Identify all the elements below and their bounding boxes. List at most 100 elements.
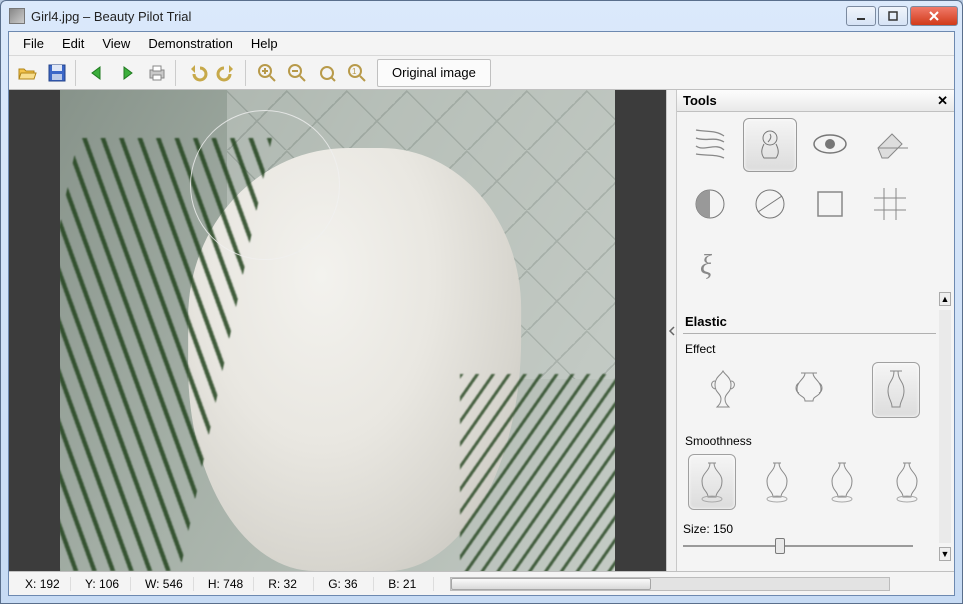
back-button[interactable] [83,59,111,87]
tools-panel-title: Tools [683,93,717,108]
ornate-vase-option[interactable] [699,362,747,418]
wide-vase-option[interactable] [785,362,833,418]
print-icon [146,62,168,84]
scroll-down-icon[interactable]: ▼ [939,547,951,561]
svg-text:1: 1 [352,67,357,76]
titlebar[interactable]: Girl4.jpg – Beauty Pilot Trial [1,1,962,31]
original-image-button[interactable]: Original image [377,59,491,87]
smoothness-label: Smoothness [683,432,936,452]
arrow-back-icon [86,62,108,84]
zoom-out-button[interactable] [283,59,311,87]
arrow-forward-icon [116,62,138,84]
tools-panel-close-button[interactable]: ✕ [937,93,948,109]
zoom-actual-icon: 1 [346,62,368,84]
minimize-button[interactable] [846,6,876,26]
smooth-vase-1-icon [694,457,730,508]
chevron-left-icon [668,326,676,336]
line-circle-icon [750,184,790,227]
elastic-tool-icon [750,124,790,167]
menu-view[interactable]: View [94,34,138,53]
eraser-icon [870,124,910,167]
line-circle-tool[interactable] [743,178,797,232]
horizontal-scrollbar[interactable] [450,577,890,591]
eye-tool-icon [810,124,850,167]
menu-file[interactable]: File [15,34,52,53]
redo-icon [216,62,238,84]
statusbar: X: 192 Y: 106 W: 546 H: 748 R: 32 G: 36 … [9,571,954,595]
save-icon [46,62,68,84]
scroll-up-icon[interactable]: ▲ [939,292,951,306]
menu-demonstration[interactable]: Demonstration [140,34,241,53]
status-h: 748 [223,577,243,591]
rectangle-tool[interactable] [803,178,857,232]
forward-button[interactable] [113,59,141,87]
xi-tool[interactable]: ξ [683,238,737,292]
contrast-circle-tool[interactable] [683,178,737,232]
smooth-vase-3-option[interactable] [818,454,866,510]
zoom-fit-icon [316,62,338,84]
zoom-in-button[interactable] [253,59,281,87]
save-button[interactable] [43,59,71,87]
smooth-vase-4-option[interactable] [883,454,931,510]
ornate-vase-icon [705,365,741,416]
original-image-label: Original image [392,65,476,80]
status-g: 36 [344,577,357,591]
smooth-vase-1-option[interactable] [688,454,736,510]
tools-panel: Tools ✕ ξ Elastic Effect Smoothness Size… [676,90,954,571]
size-slider-thumb[interactable] [775,538,785,554]
wide-vase-icon [791,365,827,416]
smooth-vase-2-option[interactable] [753,454,801,510]
effect-label: Effect [683,340,936,360]
menubar: File Edit View Demonstration Help [9,32,954,56]
minimize-icon [855,10,867,22]
status-y: 106 [99,577,119,591]
zoom-actual-button[interactable]: 1 [343,59,371,87]
crop-grid-tool[interactable] [863,178,917,232]
eraser-tool[interactable] [863,118,917,172]
undo-button[interactable] [183,59,211,87]
panel-splitter[interactable] [666,90,676,571]
window-title: Girl4.jpg – Beauty Pilot Trial [31,9,844,24]
section-elastic-label: Elastic [683,300,936,334]
eye-tool-tool[interactable] [803,118,857,172]
size-value: 150 [713,522,733,536]
app-icon [9,8,25,24]
zoom-in-icon [256,62,278,84]
status-w: 546 [163,577,183,591]
toolbar: 1 Original image [9,56,954,90]
redo-button[interactable] [213,59,241,87]
xi-icon: ξ [690,244,730,287]
elastic-tool-tool[interactable] [743,118,797,172]
contrast-circle-icon [690,184,730,227]
undo-icon [186,62,208,84]
status-b: 21 [403,577,416,591]
open-icon [16,62,38,84]
hscroll-thumb[interactable] [451,578,651,590]
close-button[interactable] [910,6,958,26]
size-label: Size: [683,522,710,536]
zoom-fit-button[interactable] [313,59,341,87]
menu-edit[interactable]: Edit [54,34,92,53]
crop-grid-icon [870,184,910,227]
print-button[interactable] [143,59,171,87]
menu-help[interactable]: Help [243,34,286,53]
open-button[interactable] [13,59,41,87]
canvas-area[interactable] [9,90,666,571]
smooth-vase-4-icon [889,457,925,508]
zoom-out-icon [286,62,308,84]
maximize-icon [887,10,899,22]
smooth-vase-2-icon [759,457,795,508]
maximize-button[interactable] [878,6,908,26]
panel-scrollbar[interactable]: ▲ ▼ [938,292,952,561]
rectangle-icon [810,184,850,227]
hair-tool-icon [690,124,730,167]
size-slider[interactable] [683,538,913,554]
app-window: Girl4.jpg – Beauty Pilot Trial File Edit… [0,0,963,604]
image-canvas[interactable] [60,90,615,571]
tall-vase-option[interactable] [872,362,920,418]
smooth-vase-3-icon [824,457,860,508]
hair-tool-tool[interactable] [683,118,737,172]
svg-text:ξ: ξ [700,250,712,281]
status-x: 192 [40,577,60,591]
tall-vase-icon [878,365,914,416]
